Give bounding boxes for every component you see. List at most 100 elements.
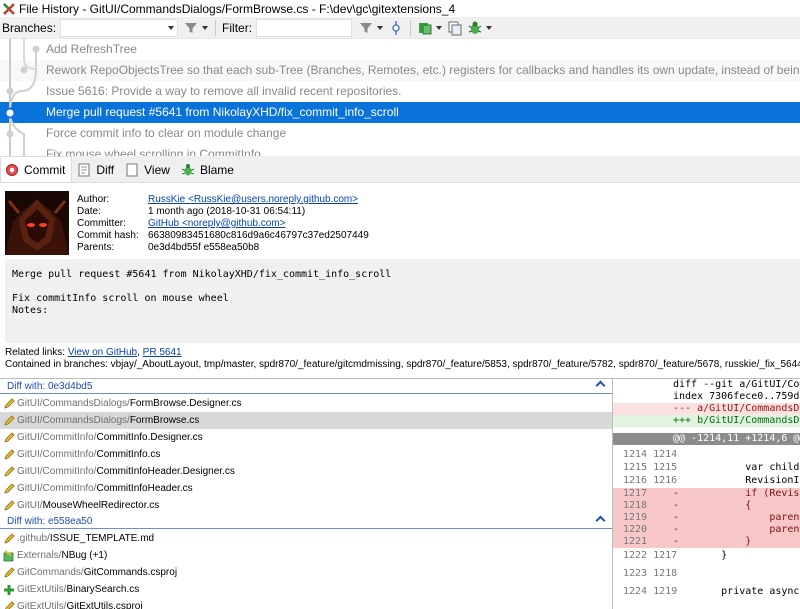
diff-group-header[interactable]: Diff with: e558ea50 — [0, 514, 612, 529]
toolbar-separator-2 — [410, 19, 412, 36]
file-path: GitUI/CommandsDialogs/ — [17, 398, 130, 409]
commit-row[interactable]: Force commit info to clear on module cha… — [0, 123, 800, 144]
toolbar: Branches: Filter: — [0, 17, 800, 39]
group-title: Diff with: e558ea50 — [7, 515, 93, 527]
parents-value[interactable]: 0e3d4bd55f e558ea50b8 — [148, 242, 259, 254]
file-name: CommitInfoHeader.cs — [96, 483, 193, 494]
refresh-dropdown-icon[interactable] — [436, 25, 443, 30]
line-text: } — [673, 550, 728, 561]
revision-grid[interactable]: Add RefreshTree Rework RepoObjectsTree s… — [0, 39, 800, 156]
bug-icon[interactable] — [467, 20, 483, 36]
commit-row[interactable]: Rework RepoObjectsTree so that each sub-… — [0, 60, 800, 81]
related-label: Related links: — [5, 347, 66, 358]
view-on-github-link[interactable]: View on GitHub — [68, 347, 137, 358]
commit-info-panel: Author: RussKie <RussKie@users.noreply.gi… — [0, 183, 800, 378]
bug-dropdown-icon[interactable] — [486, 25, 493, 30]
line-number: 1217 — [623, 488, 648, 499]
file-path: Externals/ — [17, 550, 62, 561]
commit-message: Merge pull request #5641 from NikolayXHD… — [46, 105, 399, 119]
file-path: GitUI/CommitInfo/ — [17, 449, 97, 460]
commit-message: Add RefreshTree — [46, 42, 137, 56]
collapse-chevron-icon[interactable] — [595, 515, 606, 526]
diff-line-removed: 1220 - paren — [613, 524, 800, 536]
file-name: BinarySearch.cs — [66, 584, 140, 595]
file-row[interactable]: GitUI/CommitInfo/CommitInfoHeader.cs — [0, 480, 612, 497]
branches-combo[interactable] — [60, 18, 179, 37]
tab-label: View — [144, 162, 170, 177]
commit-message: Issue 5616: Provide a way to remove all … — [46, 84, 402, 98]
refresh-icon[interactable] — [417, 20, 433, 36]
modified-icon — [3, 448, 15, 461]
line-text: RevisionI — [673, 475, 800, 486]
file-row[interactable]: Externals/NBug (+1) — [0, 547, 612, 564]
file-row[interactable]: GitUI/CommitInfo/CommitInfo.Designer.cs — [0, 429, 612, 446]
commit-icon — [5, 163, 19, 177]
diff-line: 1214 1214 — [613, 449, 800, 461]
diff-group-header[interactable]: Diff with: 0e3d4bd5 — [0, 379, 612, 394]
modified-icon — [3, 532, 15, 545]
file-row[interactable]: GitUI/MouseWheelRedirector.cs — [0, 497, 612, 514]
file-row[interactable]: GitUI/CommitInfo/CommitInfoHeader.Design… — [0, 463, 612, 480]
commit-message: Rework RepoObjectsTree so that each sub-… — [46, 63, 800, 77]
committer-label: Committer: — [77, 218, 126, 229]
file-history-icon — [3, 2, 15, 15]
filter-input[interactable] — [256, 18, 353, 37]
commit-marker-icon[interactable] — [388, 20, 404, 36]
diff-line: index 7306fece0..759d8 — [613, 391, 800, 403]
file-row[interactable]: GitUI/CommandsDialogs/FormBrowse.Designe… — [0, 395, 612, 412]
modified-icon — [3, 465, 15, 478]
tab-diff[interactable]: Diff — [73, 157, 120, 182]
tab-strip: Commit Diff View Blame — [0, 156, 800, 183]
file-path: .github/ — [17, 533, 50, 544]
filter-apply-dropdown-icon[interactable] — [377, 25, 384, 30]
tab-view[interactable]: View — [121, 157, 176, 182]
filter-apply-icon[interactable] — [358, 20, 374, 36]
commit-row-selected[interactable]: Merge pull request #5641 from NikolayXHD… — [0, 102, 800, 123]
file-name: MouseWheelRedirector.cs — [42, 500, 160, 511]
group-title: Diff with: 0e3d4bd5 — [7, 380, 93, 392]
file-row[interactable]: .github/ISSUE_TEMPLATE.md — [0, 530, 612, 547]
file-row[interactable]: GitCommands/GitCommands.csproj — [0, 564, 612, 581]
file-row[interactable]: GitExtUtils/BinarySearch.cs — [0, 581, 612, 598]
file-row[interactable]: GitUI/CommitInfo/CommitInfo.cs — [0, 446, 612, 463]
diff-viewer[interactable]: diff --git a/GitUI/Com index 7306fece0..… — [612, 378, 800, 609]
file-name: FormBrowse.Designer.cs — [129, 398, 242, 409]
line-text: - if (Revis — [673, 488, 800, 499]
commit-row[interactable]: Add RefreshTree — [0, 39, 800, 60]
line-text: - } — [673, 536, 752, 547]
commit-row[interactable]: Issue 5616: Provide a way to remove all … — [0, 81, 800, 102]
commit-row[interactable]: Fix mouse wheel scrolling in CommitInfo — [0, 144, 800, 156]
filter-funnel-icon[interactable] — [183, 20, 199, 36]
committer-link[interactable]: GitHub <noreply@github.com> — [148, 218, 285, 229]
file-path: GitCommands/ — [17, 567, 84, 578]
line-text: - paren — [673, 512, 800, 523]
author-label: Author: — [77, 194, 110, 205]
file-row-selected[interactable]: GitUI/CommandsDialogs/FormBrowse.cs — [0, 412, 612, 429]
file-path: GitUI/ — [17, 500, 43, 511]
file-row[interactable]: GitExtUtils/GitExtUtils.csproj — [0, 598, 612, 609]
related-separator: , — [137, 347, 140, 358]
tab-label: Commit — [24, 162, 66, 177]
file-path: GitUI/CommitInfo/ — [17, 483, 97, 494]
diff-line: 1215 1215 var child — [613, 462, 800, 474]
file-path: GitUI/CommandsDialogs/ — [17, 415, 130, 426]
collapse-chevron-icon[interactable] — [595, 380, 606, 391]
tab-label: Diff — [96, 162, 115, 177]
filter-dropdown-arrow-icon[interactable] — [202, 25, 209, 30]
modified-icon — [3, 566, 15, 579]
modified-icon — [3, 482, 15, 495]
submodule-icon — [3, 549, 15, 562]
tab-blame[interactable]: Blame — [177, 157, 240, 182]
file-name: CommitInfoHeader.Designer.cs — [96, 466, 235, 477]
copy-icon[interactable] — [447, 20, 463, 36]
diff-line: +++ b/GitUI/CommandsDi — [613, 415, 800, 427]
line-text: diff --git a/GitUI/Com — [673, 379, 800, 390]
pr-link[interactable]: PR 5641 — [143, 347, 182, 358]
tab-commit[interactable]: Commit — [0, 156, 73, 182]
view-icon — [125, 163, 139, 177]
author-link[interactable]: RussKie <RussKie@users.noreply.github.co… — [148, 194, 358, 205]
changed-files-list[interactable]: Diff with: 0e3d4bd5 GitUI/CommandsDialog… — [0, 378, 612, 609]
line-text: - paren — [673, 524, 800, 535]
line-text: +++ b/GitUI/CommandsDi — [673, 415, 800, 426]
diff-line-removed: 1217 - if (Revis — [613, 488, 800, 500]
